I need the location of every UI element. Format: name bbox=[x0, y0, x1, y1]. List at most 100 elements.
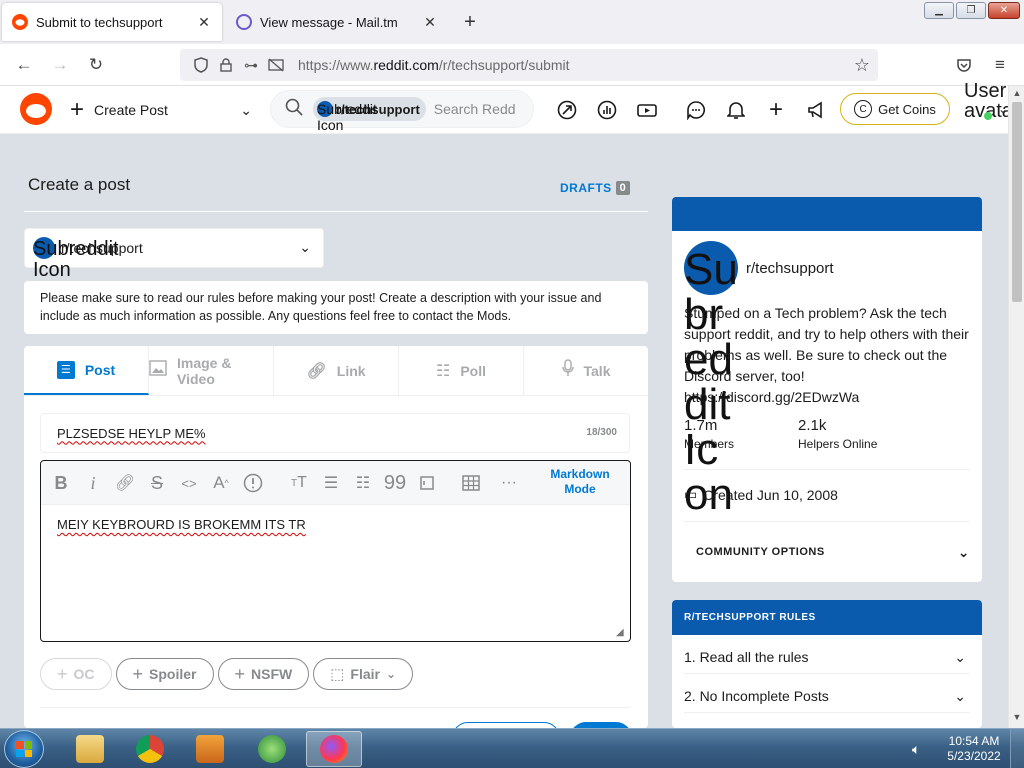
community-options-toggle[interactable]: COMMUNITY OPTIONS ⌄ bbox=[684, 544, 970, 560]
chrome-icon bbox=[136, 735, 164, 763]
italic-icon[interactable]: i bbox=[81, 471, 105, 495]
post-composer: ☰ Post Image & Video 🔗︎ Link ☷ Poll Talk… bbox=[24, 346, 648, 728]
post-body-text[interactable]: MEIY KEYBROURD IS BROKEMM ITS TR bbox=[41, 505, 630, 544]
search-subreddit-chip[interactable]: Subreddit Icon r/techsupport bbox=[313, 97, 426, 133]
media-player-icon bbox=[196, 735, 224, 763]
tab-post[interactable]: ☰ Post bbox=[24, 346, 149, 395]
user-menu[interactable]: User avatar ⌄ bbox=[962, 81, 1020, 134]
table-icon[interactable] bbox=[459, 471, 483, 495]
markdown-mode-button[interactable]: Markdown Mode bbox=[535, 467, 625, 497]
scroll-up-arrow-icon[interactable]: ▲ bbox=[1011, 88, 1023, 102]
notifications-bell-icon[interactable] bbox=[724, 98, 748, 122]
post-tag-buttons: + OC + Spoiler + NSFW ⬚ Flair ⌄ bbox=[40, 658, 414, 690]
community-selector[interactable]: Subreddit Icon r/techsupport ⌄ bbox=[24, 228, 324, 281]
page-scrollbar[interactable]: ▲ ▼ bbox=[1008, 86, 1024, 728]
popular-icon[interactable] bbox=[555, 98, 579, 122]
show-desktop-button[interactable] bbox=[1010, 729, 1024, 768]
post-title-input[interactable]: PLZSEDSE HEYLP ME% 18/300 bbox=[40, 413, 630, 453]
maximize-button[interactable]: ❐ bbox=[956, 2, 986, 19]
cake-icon: ▭ bbox=[684, 486, 698, 502]
windows-taskbar: 🔈︎ 10:54 AM 5/23/2022 bbox=[0, 728, 1024, 768]
new-tab-button[interactable]: + bbox=[458, 10, 482, 34]
clock-time: 10:54 AM bbox=[948, 734, 1000, 748]
start-button[interactable] bbox=[4, 730, 44, 768]
blocked-media-icon[interactable] bbox=[265, 54, 287, 76]
address-bar[interactable]: ⊶ https://www.reddit.com/r/techsupport/s… bbox=[180, 49, 878, 81]
code-block-icon[interactable] bbox=[415, 471, 439, 495]
link-icon[interactable]: 🔗︎ bbox=[113, 471, 137, 495]
inline-code-icon[interactable]: <> bbox=[177, 471, 201, 495]
rule-text: 1. Read all the rules bbox=[684, 649, 809, 665]
plus-icon: + bbox=[132, 663, 144, 684]
bulleted-list-icon[interactable]: ☰ bbox=[319, 471, 343, 495]
subreddit-icon: Subreddit Icon bbox=[684, 241, 738, 517]
stats-icon[interactable] bbox=[595, 98, 619, 122]
superscript-icon[interactable]: A ^ bbox=[209, 471, 233, 495]
close-tab-icon[interactable]: ✕ bbox=[196, 14, 212, 30]
taskbar-firefox[interactable] bbox=[306, 731, 362, 767]
bookmark-star-icon[interactable]: ☆ bbox=[854, 55, 870, 76]
scroll-down-arrow-icon[interactable]: ▼ bbox=[1011, 712, 1023, 726]
flair-button[interactable]: ⬚ Flair ⌄ bbox=[313, 658, 414, 690]
search-bar[interactable]: Subreddit Icon r/techsupport Search Redd… bbox=[270, 90, 534, 133]
minimize-button[interactable]: ▁ bbox=[924, 2, 954, 19]
video-icon[interactable] bbox=[635, 98, 659, 122]
rule-item[interactable]: 2. No Incomplete Posts ⌄ bbox=[684, 674, 970, 713]
members-value: 1.7m bbox=[684, 417, 718, 434]
tab-view-message[interactable]: View message - Mail.tm ✕ bbox=[226, 3, 448, 41]
strikethrough-icon[interactable]: S bbox=[145, 471, 169, 495]
advertise-megaphone-icon[interactable] bbox=[804, 98, 828, 122]
post-document-icon: ☰ bbox=[56, 360, 75, 379]
subreddit-icon-alt: Subreddit Icon bbox=[317, 101, 377, 133]
tab-poll[interactable]: ☷ Poll bbox=[399, 346, 524, 395]
tab-talk[interactable]: Talk bbox=[524, 346, 648, 395]
system-clock[interactable]: 10:54 AM 5/23/2022 bbox=[944, 734, 1004, 764]
forward-arrow-icon[interactable]: → bbox=[48, 53, 72, 77]
back-arrow-icon[interactable]: ← bbox=[12, 53, 36, 77]
tab-label: Image & Video bbox=[177, 354, 232, 387]
reload-icon[interactable]: ↻ bbox=[84, 53, 108, 77]
bold-icon[interactable]: B bbox=[49, 471, 73, 495]
tab-label: Post bbox=[84, 361, 116, 378]
permissions-icon[interactable]: ⊶ bbox=[240, 54, 262, 76]
community-name[interactable]: r/techsupport bbox=[746, 260, 834, 277]
taskbar-media-player[interactable] bbox=[182, 731, 238, 767]
close-tab-icon[interactable]: ✕ bbox=[422, 14, 438, 30]
more-options-icon[interactable]: ··· bbox=[497, 471, 521, 495]
rules-header: R/TECHSUPPORT RULES bbox=[672, 600, 982, 635]
spoiler-button[interactable]: + Spoiler bbox=[115, 658, 214, 690]
oc-button[interactable]: + OC bbox=[40, 658, 112, 690]
lock-icon[interactable] bbox=[215, 54, 237, 76]
rule-item[interactable]: 1. Read all the rules ⌄ bbox=[684, 635, 970, 674]
create-post-plus-icon[interactable]: + bbox=[764, 96, 788, 123]
volume-icon[interactable]: 🔈︎ bbox=[912, 741, 920, 758]
nsfw-button[interactable]: + NSFW bbox=[217, 658, 310, 690]
scrollbar-thumb[interactable] bbox=[1012, 102, 1022, 302]
post-type-tabs: ☰ Post Image & Video 🔗︎ Link ☷ Poll Talk bbox=[24, 346, 648, 396]
reddit-logo-icon[interactable] bbox=[20, 93, 52, 125]
drafts-button[interactable]: DRAFTS 0 bbox=[560, 181, 631, 195]
menu-hamburger-icon[interactable]: ≡ bbox=[988, 53, 1012, 77]
taskbar-shell[interactable] bbox=[244, 731, 300, 767]
tab-submit-techsupport[interactable]: Submit to techsupport ✕ bbox=[2, 3, 222, 41]
numbered-list-icon[interactable]: ☷ bbox=[351, 471, 375, 495]
taskbar-chrome[interactable] bbox=[122, 731, 178, 767]
get-coins-button[interactable]: C Get Coins bbox=[840, 93, 950, 125]
url-path: /r/techsupport/submit bbox=[438, 57, 570, 73]
tracking-shield-icon[interactable] bbox=[190, 54, 212, 76]
quote-block-icon[interactable]: 99 bbox=[383, 471, 407, 495]
create-post-dropdown[interactable]: + Create Post ⌄ bbox=[66, 94, 256, 126]
tab-image-video[interactable]: Image & Video bbox=[149, 346, 274, 395]
spoiler-icon[interactable] bbox=[241, 471, 265, 495]
taskbar-explorer[interactable] bbox=[62, 731, 118, 767]
post-body-editor[interactable]: B i 🔗︎ S <> A ^ TT ☰ ☷ 99 ··· Markdown Mo… bbox=[40, 460, 631, 642]
resize-handle-icon[interactable]: ◢ bbox=[616, 627, 628, 639]
created-date: ▭ Created Jun 10, 2008 bbox=[684, 486, 838, 503]
heading-icon[interactable]: TT bbox=[287, 471, 311, 495]
window-controls: ▁ ❐ ✕ bbox=[924, 2, 1020, 19]
chat-icon[interactable] bbox=[684, 98, 708, 122]
post-title-value: PLZSEDSE HEYLP ME% bbox=[57, 425, 206, 441]
close-window-button[interactable]: ✕ bbox=[988, 2, 1020, 19]
tab-link[interactable]: 🔗︎ Link bbox=[274, 346, 399, 395]
pocket-icon[interactable] bbox=[952, 53, 976, 77]
